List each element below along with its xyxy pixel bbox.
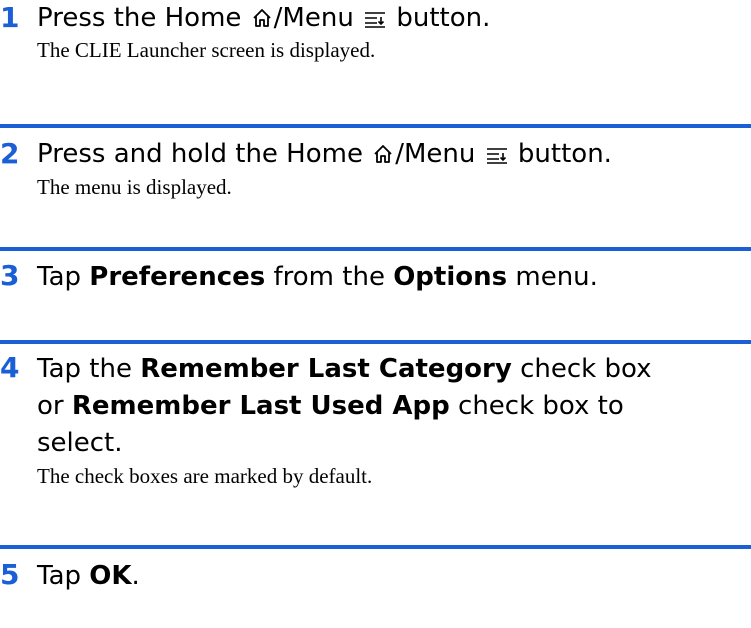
step-title: Tap OK. xyxy=(37,558,747,595)
step-text: menu. xyxy=(507,262,598,292)
step-description: The check boxes are marked by default. xyxy=(37,464,373,488)
step-divider xyxy=(0,340,751,344)
menu-icon xyxy=(365,12,386,28)
step-text: from the xyxy=(265,262,394,292)
step-text: . xyxy=(131,561,140,591)
step-description: The CLIE Launcher screen is displayed. xyxy=(37,38,376,62)
step-text: Tap xyxy=(37,561,90,591)
step-number: 2 xyxy=(0,137,20,170)
step-divider xyxy=(0,545,751,549)
step-number: 1 xyxy=(0,1,20,34)
step-title: Tap the Remember Last Category check box… xyxy=(37,351,747,462)
step-text: Tap the xyxy=(37,354,141,384)
home-icon xyxy=(253,9,271,27)
step-divider xyxy=(0,124,751,128)
step-text: or xyxy=(37,391,72,421)
step-description: The menu is displayed. xyxy=(37,175,232,199)
step-number: 4 xyxy=(0,351,20,384)
step-text: /Menu xyxy=(273,3,363,33)
menu-options: Options xyxy=(393,262,508,292)
step-title: Tap Preferences from the Options menu. xyxy=(37,259,747,296)
checkbox-remember-last-category: Remember Last Category xyxy=(140,354,512,384)
step-number: 3 xyxy=(0,259,20,292)
home-icon xyxy=(374,145,392,163)
step-text: button. xyxy=(509,139,612,169)
step-number: 5 xyxy=(0,558,20,591)
step-title: Press and hold the Home /Menu button. xyxy=(37,136,747,173)
step-text: Press and hold the Home xyxy=(37,139,372,169)
checkbox-remember-last-used-app: Remember Last Used App xyxy=(71,391,450,421)
menu-item-preferences: Preferences xyxy=(89,262,266,292)
ok-button-label: OK xyxy=(89,561,132,591)
step-text: Tap xyxy=(37,262,90,292)
step-divider xyxy=(0,247,751,251)
menu-icon xyxy=(486,148,507,164)
step-text: button. xyxy=(388,3,491,33)
step-text: select. xyxy=(37,428,123,458)
step-text: /Menu xyxy=(395,139,484,169)
step-text: Press the Home xyxy=(37,3,250,33)
step-title: Press the Home /Menu button. xyxy=(37,0,747,37)
step-text: check box to xyxy=(449,391,624,421)
document-page: { "steps": [ { "number": "1", "parts": [… xyxy=(0,0,751,628)
step-text: check box xyxy=(511,354,652,384)
